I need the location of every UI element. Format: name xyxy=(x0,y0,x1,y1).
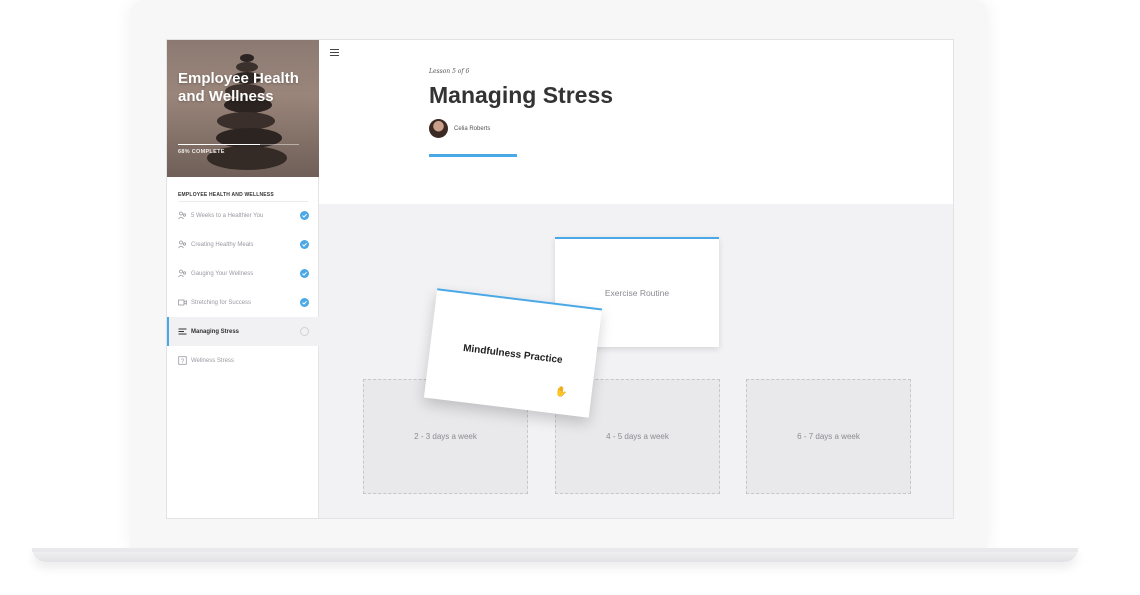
drop-zone-6-7-days[interactable]: 6 - 7 days a week xyxy=(746,379,911,494)
people-icon xyxy=(178,269,187,278)
lesson-list: 5 Weeks to a Healthier You Creating Heal… xyxy=(167,201,319,375)
drop-zone-label: 6 - 7 days a week xyxy=(797,432,860,441)
check-circle-icon xyxy=(300,269,309,278)
sidebar-item-stretching[interactable]: Stretching for Success xyxy=(167,288,319,317)
sidebar-item-5-weeks[interactable]: 5 Weeks to a Healthier You xyxy=(167,201,319,230)
app-screen: Employee Health and Wellness 68% COMPLET… xyxy=(166,39,954,519)
check-circle-icon xyxy=(300,240,309,249)
drop-zone-label: 2 - 3 days a week xyxy=(414,432,477,441)
card-label: Mindfulness Practice xyxy=(462,342,564,366)
course-hero: Employee Health and Wellness 68% COMPLET… xyxy=(167,40,319,177)
sidebar-item-label: Wellness Stress xyxy=(191,357,234,364)
sidebar-item-label: Gauging Your Wellness xyxy=(191,270,254,277)
video-icon xyxy=(178,298,187,307)
course-title: Employee Health and Wellness xyxy=(178,70,299,105)
lesson-counter: Lesson 5 of 6 xyxy=(429,68,470,75)
sorting-activity: 2 - 3 days a week 4 - 5 days a week 6 - … xyxy=(319,204,953,518)
course-progress-bar xyxy=(178,144,299,145)
title-underline xyxy=(429,154,517,157)
sidebar-item-label: Managing Stress xyxy=(191,328,240,335)
stacked-stones-image xyxy=(207,54,287,170)
sidebar-item-gauging-wellness[interactable]: Gauging Your Wellness xyxy=(167,259,319,288)
sidebar-section-title: EMPLOYEE HEALTH AND WELLNESS xyxy=(178,192,274,198)
course-sidebar: Employee Health and Wellness 68% COMPLET… xyxy=(167,40,319,518)
grab-hand-icon: ✋ xyxy=(554,386,569,399)
sidebar-item-label: 5 Weeks to a Healthier You xyxy=(191,212,264,219)
author-name: Celia Roberts xyxy=(454,126,491,132)
text-lines-icon xyxy=(178,327,187,336)
people-icon xyxy=(178,240,187,249)
sidebar-item-label: Creating Healthy Meals xyxy=(191,241,254,248)
card-mindfulness-practice[interactable]: Mindfulness Practice ✋ xyxy=(423,288,603,418)
quiz-icon: ? xyxy=(178,356,187,365)
lesson-title: Managing Stress xyxy=(429,82,614,108)
check-circle-icon xyxy=(300,211,309,220)
card-label: Exercise Routine xyxy=(604,288,670,298)
progress-circle-icon xyxy=(300,327,309,336)
menu-icon[interactable] xyxy=(330,49,339,56)
sidebar-item-managing-stress[interactable]: Managing Stress xyxy=(167,317,319,346)
author-avatar xyxy=(429,119,448,138)
course-progress-label: 68% COMPLETE xyxy=(178,149,225,155)
sidebar-item-wellness-stress[interactable]: ? Wellness Stress xyxy=(167,346,319,375)
people-icon xyxy=(178,211,187,220)
course-progress-fill xyxy=(178,144,261,145)
sidebar-item-healthy-meals[interactable]: Creating Healthy Meals xyxy=(167,230,319,259)
laptop-base xyxy=(32,548,1078,562)
check-circle-icon xyxy=(300,298,309,307)
lesson-main: Lesson 5 of 6 Managing Stress Celia Robe… xyxy=(319,40,953,518)
drop-zone-label: 4 - 5 days a week xyxy=(606,432,669,441)
sidebar-item-label: Stretching for Success xyxy=(191,299,252,306)
